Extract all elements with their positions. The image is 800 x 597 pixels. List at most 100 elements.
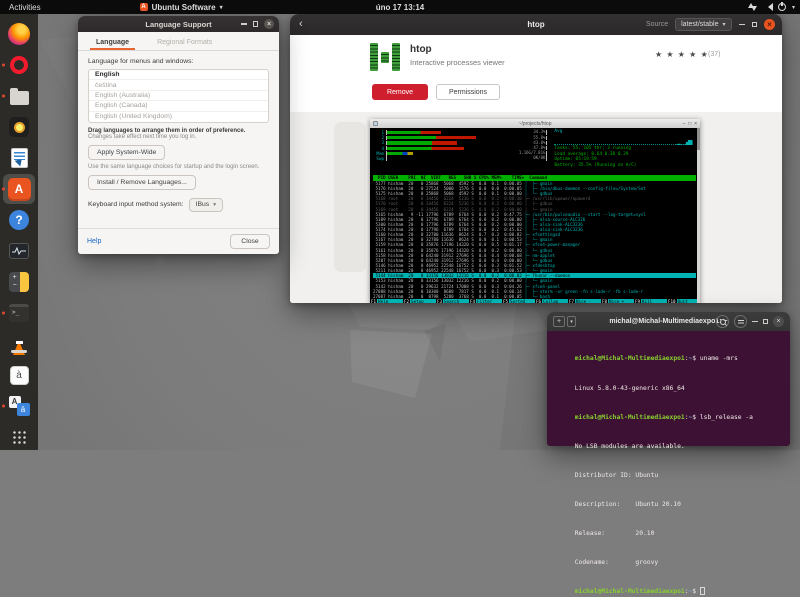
running-indicator (2, 311, 5, 315)
dock-item-libreoffice-writer[interactable] (3, 143, 35, 173)
close-dialog-button[interactable]: Close (230, 234, 270, 249)
dock-item-files[interactable] (2, 81, 35, 111)
dock-item-firefox[interactable] (3, 19, 35, 49)
dock-item-app-grid[interactable] (3, 422, 35, 452)
clock[interactable]: úno 17 13:14 (376, 3, 424, 12)
language-list-item[interactable]: čeština (89, 80, 268, 91)
htop-meter: 3 43.8% (381, 139, 548, 146)
language-window-footer: Help Close (78, 228, 279, 254)
help-icon: ? (9, 210, 29, 230)
app-screenshot: ~/projects/htop – □ × 1 34.3% 2 55.8% 3 … (370, 119, 700, 303)
xterm-titlebar: ~/projects/htop – □ × (370, 119, 700, 128)
activities-button[interactable]: Activities (0, 0, 50, 14)
language-list-item[interactable]: English (United Kingdom) (89, 112, 268, 122)
minimize-button[interactable] (738, 23, 745, 26)
search-icon[interactable] (715, 315, 729, 328)
software-window-titlebar[interactable]: ‹ htop Source latest/stable ▾ × (290, 14, 782, 35)
minimize-button[interactable] (240, 23, 247, 25)
xterm-window-controls: – □ × (682, 120, 697, 127)
terminal-titlebar[interactable]: + ▾ michal@Michal-Multimediaexpo1: ~ × (547, 312, 790, 331)
rhythmbox-icon (9, 117, 29, 137)
minimize-button[interactable] (751, 320, 758, 323)
screenshot-band: ~/projects/htop – □ × 1 34.3% 2 55.8% 3 … (290, 112, 782, 303)
source-dropdown[interactable]: latest/stable ▾ (675, 18, 732, 31)
rating-count: (37) (708, 51, 721, 58)
htop-fkey: F6 Collap (535, 299, 568, 303)
close-button[interactable]: × (764, 19, 775, 30)
ubuntu-software-icon: A (7, 177, 31, 201)
terminal-line: Distributor ID: Ubuntu (574, 471, 659, 479)
running-indicator (2, 63, 5, 67)
language-list-item[interactable]: English (Australia) (89, 91, 268, 102)
dock-item-opera[interactable] (2, 50, 35, 80)
app-summary: Interactive processes viewer (410, 58, 505, 67)
htop-app-icon (370, 43, 400, 71)
star-rating: ★ ★ ★ ★ ★ (655, 50, 709, 59)
ime-dropdown[interactable]: IBus ▾ (188, 197, 223, 212)
htop-fkey: F9 Kill (634, 299, 667, 303)
htop-fkey: F10 Quit (667, 299, 700, 303)
htop-meters: 1 34.3% 2 55.8% 3 43.8% 4 47.8% Mem 1.16… (373, 129, 548, 175)
language-list-item[interactable]: English (89, 70, 268, 81)
xterm-scrollbar (697, 128, 700, 303)
maximize-button[interactable] (252, 21, 258, 27)
htop-meter: 2 55.8% (381, 134, 548, 141)
app-menu-label: Ubuntu Software (151, 2, 216, 12)
help-link[interactable]: Help (87, 238, 101, 245)
terminal-line: Release: 20.10 (574, 530, 655, 538)
terminal-content[interactable]: michal@Michal-Multimediaexpo1:~$ uname -… (547, 331, 790, 595)
htop-stats: Tasks: 55, 105 thr; 3 running Load averag… (554, 146, 696, 168)
dock-item-rhythmbox[interactable] (3, 112, 35, 142)
terminal-line: Codename: groovy (574, 559, 659, 567)
chevron-down-icon: ▾ (722, 22, 726, 28)
screenshot-carousel-edge (334, 122, 366, 272)
chevron-down-icon: ▾ (219, 4, 223, 11)
remove-button[interactable]: Remove (372, 84, 428, 100)
maximize-button[interactable] (751, 21, 757, 28)
dock-item-vlc[interactable] (3, 329, 35, 359)
language-window-titlebar[interactable]: Language Support × (78, 16, 279, 32)
app-grid-icon (11, 429, 27, 445)
dock-item-system-monitor[interactable] (3, 236, 35, 266)
htop-meter: Swp 0K/0K (376, 155, 548, 162)
htop-avg-graph: ▁▂▁ ▁▅██ (554, 134, 693, 145)
htop-screenshot-content: 1 34.3% 2 55.8% 3 43.8% 4 47.8% Mem 1.16… (370, 128, 700, 303)
htop-fkey: F2 Setup (403, 299, 436, 303)
dock-item-terminal[interactable]: >_ (2, 298, 35, 328)
libreoffice-writer-icon (10, 148, 28, 168)
characters-icon: à (9, 365, 29, 385)
running-indicator (2, 187, 5, 191)
tab-regional-formats[interactable]: Regional Formats (147, 39, 222, 50)
language-list-item[interactable]: English (Canada) (89, 101, 268, 112)
close-button[interactable]: × (773, 316, 784, 327)
system-status-menu[interactable]: ▾ (747, 0, 795, 14)
language-list: English čeština English (Australia) English… (88, 69, 269, 123)
install-remove-languages-button[interactable]: Install / Remove Languages... (88, 174, 196, 190)
volume-icon (763, 3, 773, 11)
dock-item-calculator[interactable]: + − (3, 267, 35, 297)
software-window-body: htop Interactive processes viewer ★ ★ ★ … (290, 35, 782, 303)
app-name: htop (410, 44, 432, 55)
dock-item-ubuntu-software[interactable]: A (2, 174, 35, 204)
apply-system-wide-button[interactable]: Apply System-Wide (88, 144, 166, 160)
dock-item-characters[interactable]: à (3, 360, 35, 390)
power-icon (777, 2, 786, 11)
close-button[interactable]: × (264, 19, 274, 29)
language-support-window: Language Support × Language Regional For… (78, 16, 279, 254)
ubuntu-software-window: ‹ htop Source latest/stable ▾ × htop Int… (290, 14, 782, 303)
maximize-button[interactable] (762, 318, 768, 325)
menu-icon[interactable] (733, 315, 747, 328)
language-tabs: Language Regional Formats (78, 32, 279, 51)
dock-item-help[interactable]: ? (3, 205, 35, 235)
running-indicator (2, 94, 5, 98)
permissions-button[interactable]: Permissions (436, 84, 500, 100)
ubuntu-software-mini-icon: A (139, 3, 148, 11)
terminal-line: michal@Michal-Multimediaexpo1:~$ (552, 568, 785, 597)
source-label: Source (645, 21, 669, 28)
files-icon (9, 87, 29, 105)
terminal-line: Linux 5.8.0-43-generic x86_64 (574, 384, 685, 392)
dock-item-language-support[interactable]: Aä (2, 391, 35, 421)
app-menu-button[interactable]: A Ubuntu Software ▾ (134, 0, 229, 14)
tab-language[interactable]: Language (86, 39, 139, 50)
system-monitor-icon (9, 243, 29, 259)
